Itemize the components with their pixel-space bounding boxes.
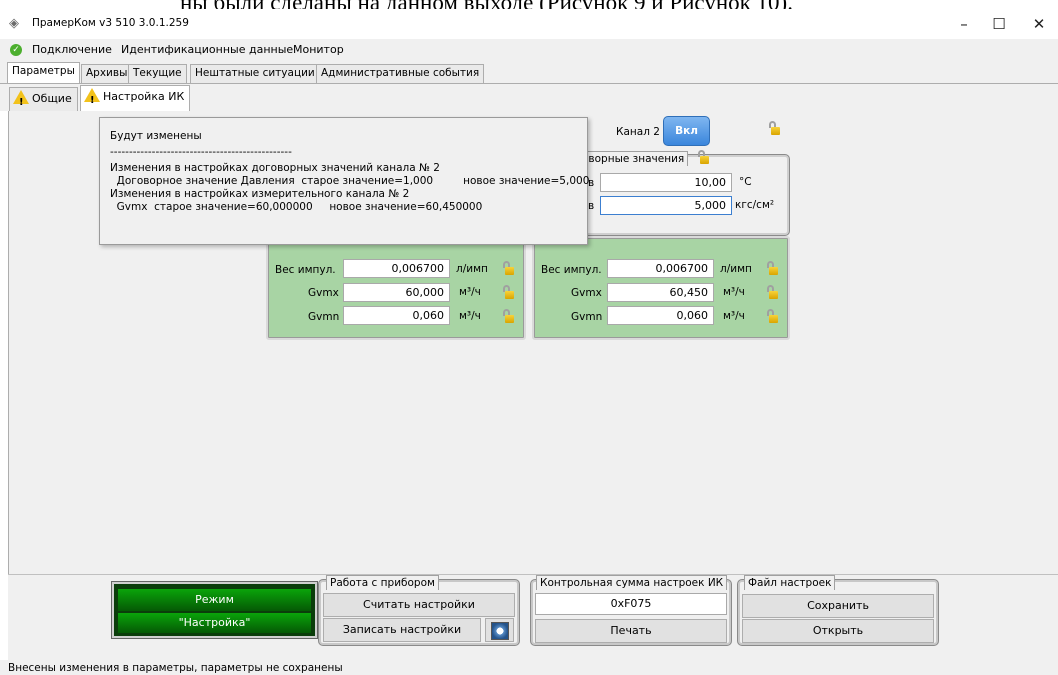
tab-archives[interactable]: Архивы	[81, 64, 133, 84]
ik-right-gvmx-label: Gvmx	[571, 287, 602, 299]
main-tabs: Параметры Архивы Текущие Нештатные ситуа…	[0, 61, 1058, 85]
app-icon: ◈	[9, 16, 19, 31]
subtab-ik-settings[interactable]: Настройка ИК	[80, 85, 191, 112]
ik-right-pulse-unit: л/имп	[720, 263, 752, 275]
menu-identification[interactable]: Идентификационные данные	[121, 43, 293, 56]
warning-icon	[13, 90, 29, 114]
tooltip-line: Изменения в настройках измерительного ка…	[110, 188, 410, 200]
subtab-general-label: Общие	[32, 92, 72, 105]
minimize-button[interactable]: –	[949, 14, 979, 34]
contract-values-title: оворные значения	[578, 151, 689, 166]
menu-monitor[interactable]: Монитор	[293, 43, 344, 56]
subtab-general[interactable]: Общие	[9, 87, 78, 114]
ik-left-gvmx-label: Gvmx	[308, 287, 339, 299]
menu-connect[interactable]: Подключение	[32, 43, 112, 56]
ik-left-gvmn-label: Gvmn	[308, 311, 340, 323]
mode-value: "Настройка"	[118, 613, 311, 633]
read-settings-button[interactable]: Считать настройки	[323, 593, 515, 617]
lock-icon[interactable]	[502, 285, 514, 299]
ik-left-gvmn-field[interactable]: 0,060	[343, 306, 450, 325]
checksum-value: 0xF075	[535, 593, 727, 615]
contract-pressure-label: в	[588, 200, 595, 212]
ik-left-gvmx-unit: м³/ч	[459, 286, 481, 298]
subtab-ik-label: Настройка ИК	[103, 90, 185, 103]
tooltip-line: Gvmx старое значение=60,000000 новое зна…	[110, 201, 483, 213]
tab-emergencies[interactable]: Нештатные ситуации	[190, 64, 320, 84]
ik-right-gvmn-field[interactable]: 0,060	[607, 306, 714, 325]
ik-left-gvmx-field[interactable]: 60,000	[343, 283, 450, 302]
tooltip-line: Изменения в настройках договорных значен…	[110, 162, 440, 174]
maximize-button[interactable]: ☐	[984, 14, 1014, 34]
tooltip-line: Будут изменены	[110, 130, 202, 142]
ik-right-gvmn-label: Gvmn	[571, 311, 603, 323]
device-group-title: Работа с прибором	[326, 575, 439, 590]
ik-right-pulse-label: Вес импул.	[541, 264, 602, 276]
ik-right-pulse-field[interactable]: 0,006700	[607, 259, 714, 278]
tooltip-line: Договорное значение Давления старое знач…	[110, 175, 590, 187]
changes-tooltip: Будут изменены -------------------------…	[99, 117, 590, 245]
checksum-group-title: Контрольная сумма настроек ИК	[536, 575, 728, 590]
tooltip-line: ----------------------------------------…	[110, 146, 292, 158]
device-settings-button[interactable]	[485, 618, 514, 642]
contract-temp-field[interactable]: 10,00	[600, 173, 732, 192]
lock-icon[interactable]	[766, 285, 778, 299]
sub-tabs: Общие Настройка ИК	[0, 83, 1058, 114]
status-bar: Внесены изменения в параметры, параметры…	[0, 660, 1058, 675]
lock-icon[interactable]	[502, 309, 514, 323]
tab-admin-events[interactable]: Административные события	[316, 64, 485, 84]
lock-icon[interactable]	[502, 261, 514, 275]
warning-icon	[84, 88, 100, 112]
ik-left-gvmn-unit: м³/ч	[459, 310, 481, 322]
contract-pressure-unit: кгс/см²	[735, 199, 775, 211]
contract-pressure-field[interactable]: 5,000	[600, 196, 732, 215]
mode-indicator: Режим "Настройка"	[112, 582, 317, 638]
ik-right-gvmn-unit: м³/ч	[723, 310, 745, 322]
lock-icon[interactable]	[766, 261, 778, 275]
close-button[interactable]: ✕	[1024, 14, 1054, 34]
save-button[interactable]: Сохранить	[742, 594, 934, 618]
status-text: Внесены изменения в параметры, параметры…	[8, 662, 343, 674]
tab-parameters[interactable]: Параметры	[7, 62, 80, 85]
ik-left-pulse-unit: л/имп	[456, 263, 488, 275]
mode-label: Режим	[118, 589, 311, 611]
file-group-title: Файл настроек	[744, 575, 836, 590]
contract-temp-unit: °C	[739, 176, 752, 188]
tab-current[interactable]: Текущие	[128, 64, 187, 84]
title-bar: ◈ ПрамерКом v3 510 3.0.1.259 – ☐ ✕	[0, 9, 1058, 39]
channel2-label: Канал 2	[616, 126, 660, 138]
ik-right-gvmx-unit: м³/ч	[723, 286, 745, 298]
open-button[interactable]: Открыть	[742, 619, 934, 643]
window-title: ПрамерКом v3 510 3.0.1.259	[32, 17, 189, 29]
device-icon	[490, 622, 509, 640]
ik-right-gvmx-field[interactable]: 60,450	[607, 283, 714, 302]
write-settings-button[interactable]: Записать настройки	[323, 618, 481, 642]
ik-left-pulse-label: Вес импул.	[275, 264, 336, 276]
lock-icon[interactable]	[697, 150, 709, 164]
menu-bar: ✓ Подключение Идентификационные данные М…	[0, 39, 1058, 61]
ik-left-pulse-field[interactable]: 0,006700	[343, 259, 450, 278]
connected-check-icon: ✓	[10, 44, 22, 56]
lock-icon[interactable]	[768, 121, 780, 135]
channel2-toggle[interactable]: Вкл	[663, 116, 710, 146]
print-button[interactable]: Печать	[535, 619, 727, 643]
lock-icon[interactable]	[766, 309, 778, 323]
